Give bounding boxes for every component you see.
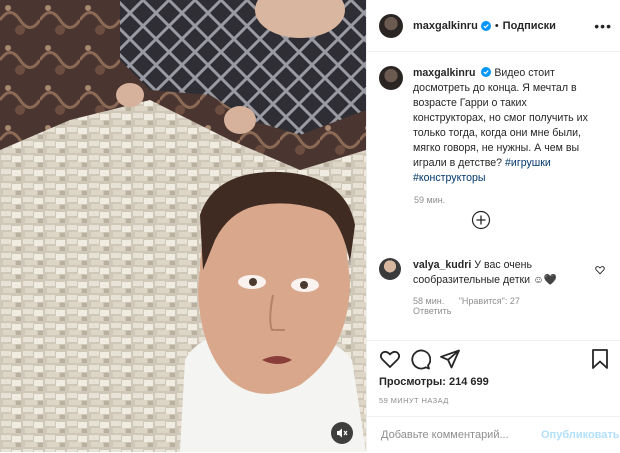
views-count[interactable]: Просмотры: 214 699 xyxy=(379,376,489,388)
comment-bubble-icon[interactable] xyxy=(409,348,431,370)
publish-button[interactable]: Опубликовать xyxy=(541,429,620,441)
divider xyxy=(367,340,620,341)
comment-input[interactable] xyxy=(379,428,533,442)
more-horizontal-icon[interactable]: ••• xyxy=(594,18,612,34)
verified-badge-icon xyxy=(481,67,492,77)
like-heart-icon[interactable] xyxy=(379,348,401,370)
caption-avatar[interactable] xyxy=(379,66,403,90)
post-sidebar: maxgalkinru • Подписки ••• maxgalkinru В… xyxy=(366,0,620,452)
save-bookmark-icon[interactable] xyxy=(589,348,611,370)
posted-time[interactable]: 59 МИНУТ НАЗАД xyxy=(379,396,449,405)
mute-button[interactable] xyxy=(331,422,353,444)
comment-text: valya_kudri У вас очень сообразительные … xyxy=(413,258,583,288)
comment-likes-count[interactable]: "Нравится": 27 xyxy=(459,296,520,306)
instagram-post: maxgalkinru • Подписки ••• maxgalkinru В… xyxy=(0,0,620,452)
share-direct-icon[interactable] xyxy=(439,348,461,370)
caption-text: maxgalkinru Видео стоит досмотреть до ко… xyxy=(413,66,599,186)
post-video[interactable] xyxy=(0,0,366,452)
comment-reply-button[interactable]: Ответить xyxy=(413,306,451,316)
comment-like-icon[interactable] xyxy=(595,265,605,275)
caption-timestamp: 59 мин. xyxy=(414,195,446,205)
commenter-avatar[interactable] xyxy=(379,258,401,280)
comment-emoji: ☺🖤 xyxy=(533,274,558,286)
author-avatar[interactable] xyxy=(379,13,403,38)
commenter-username[interactable]: valya_kudri xyxy=(413,259,471,271)
hashtag-konstruktory[interactable]: #конструкторы xyxy=(413,172,486,184)
verified-badge-icon xyxy=(480,20,491,31)
post-actions xyxy=(379,348,611,372)
author-username[interactable]: maxgalkinru xyxy=(413,20,478,32)
post-header: maxgalkinru • Подписки ••• xyxy=(367,0,620,52)
comment-timestamp: 58 мин. xyxy=(413,296,445,306)
comment-meta: 58 мин. "Нравится": 27 Ответить xyxy=(413,296,613,316)
add-comment-bar: Опубликовать xyxy=(367,416,620,453)
video-frame xyxy=(0,0,366,452)
caption-username[interactable]: maxgalkinru xyxy=(413,67,475,79)
load-more-comments-icon[interactable] xyxy=(471,210,491,230)
hashtag-igrushki[interactable]: #игрушки xyxy=(505,157,551,169)
post-caption: maxgalkinru Видео стоит досмотреть до ко… xyxy=(367,52,620,186)
speaker-muted-icon xyxy=(337,428,348,438)
comment-item: valya_kudri У вас очень сообразительные … xyxy=(379,258,609,316)
caption-body: Видео стоит досмотреть до конца. Я мечта… xyxy=(413,67,588,169)
following-button[interactable]: Подписки xyxy=(503,20,556,32)
header-separator: • xyxy=(494,19,499,32)
